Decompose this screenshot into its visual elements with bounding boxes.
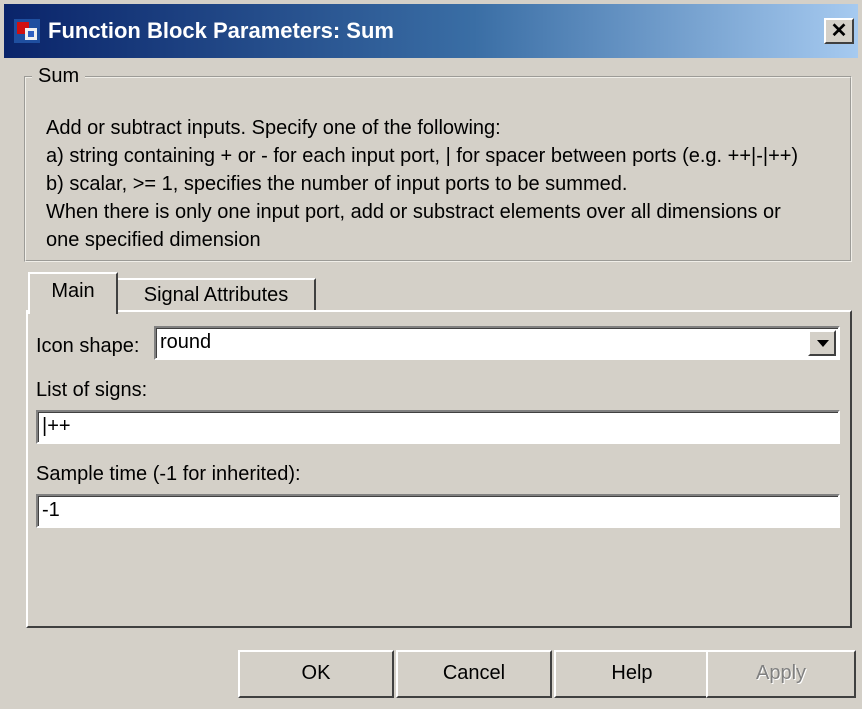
help-button-label: Help: [611, 662, 653, 684]
sample-time-input[interactable]: -1: [36, 494, 840, 528]
list-of-signs-input[interactable]: |++: [36, 410, 840, 444]
tab-signal-attributes[interactable]: Signal Attributes: [118, 278, 316, 312]
ok-button[interactable]: OK: [238, 650, 394, 698]
description-line: Add or subtract inputs. Specify one of t…: [46, 117, 501, 139]
sample-time-value: -1: [42, 499, 60, 521]
cancel-button[interactable]: Cancel: [396, 650, 552, 698]
list-of-signs-label: List of signs:: [36, 379, 148, 401]
ok-button-label: OK: [301, 662, 331, 684]
simulink-block-icon: [14, 19, 40, 43]
icon-shape-label: Icon shape:: [36, 335, 140, 357]
block-description: Add or subtract inputs. Specify one of t…: [46, 114, 846, 254]
apply-button[interactable]: Apply: [706, 650, 856, 698]
icon-shape-value: round: [160, 331, 212, 353]
chevron-down-icon[interactable]: [808, 330, 836, 356]
tab-main[interactable]: Main: [28, 272, 118, 314]
list-of-signs-value: |++: [42, 415, 71, 437]
description-line: When there is only one input port, add o…: [46, 201, 781, 223]
close-button[interactable]: ✕: [824, 18, 854, 44]
sample-time-label: Sample time (-1 for inherited):: [36, 463, 301, 485]
window-title: Function Block Parameters: Sum: [48, 18, 394, 43]
apply-button-label: Apply: [755, 662, 807, 684]
description-line: one specified dimension: [46, 229, 261, 251]
cancel-button-label: Cancel: [442, 662, 506, 684]
description-line: a) string containing + or - for each inp…: [46, 145, 799, 167]
description-line: b) scalar, >= 1, specifies the number of…: [46, 173, 628, 195]
close-icon: ✕: [830, 20, 848, 42]
help-button[interactable]: Help: [554, 650, 710, 698]
group-legend: Sum: [32, 62, 86, 90]
dialog-window: Function Block Parameters: Sum ✕ Sum Add…: [0, 0, 862, 709]
title-bar[interactable]: Function Block Parameters: Sum ✕: [4, 4, 858, 58]
tab-signal-attributes-label: Signal Attributes: [143, 284, 289, 306]
tab-main-label: Main: [51, 280, 95, 302]
icon-shape-dropdown[interactable]: round: [154, 326, 840, 360]
